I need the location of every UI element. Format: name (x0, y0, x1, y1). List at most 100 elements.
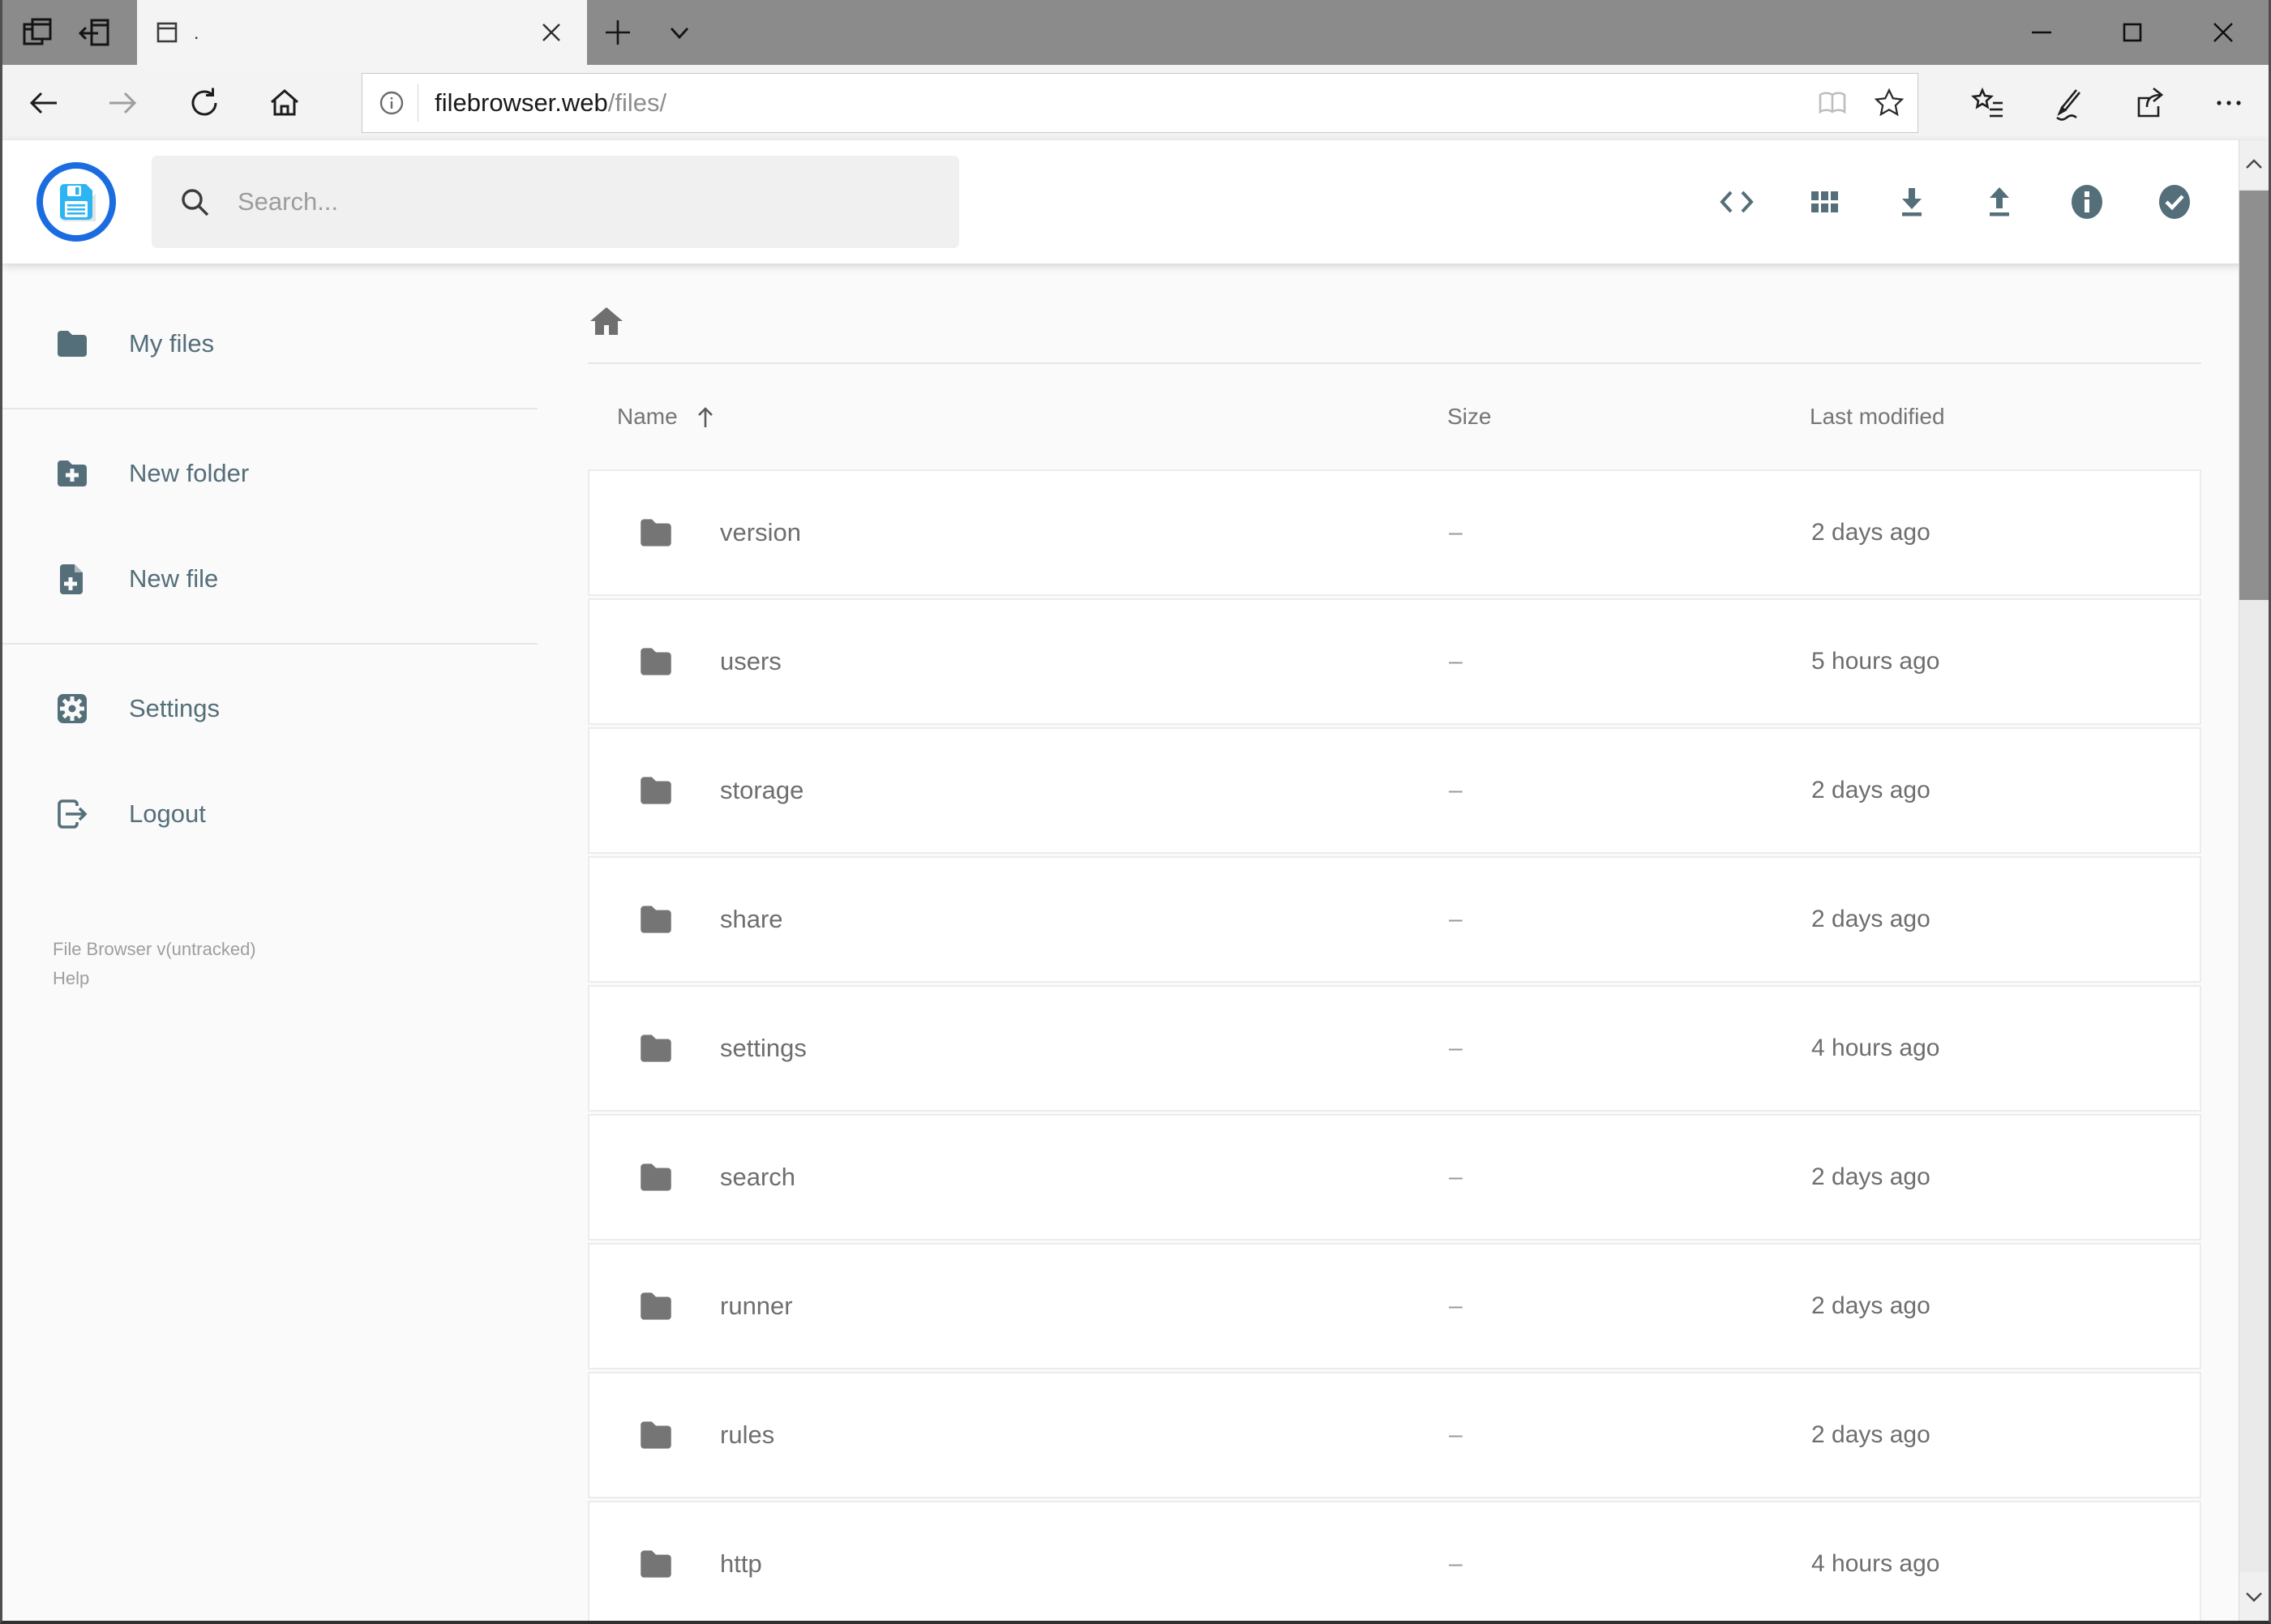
download-icon[interactable] (1868, 153, 1956, 251)
select-check-icon[interactable] (2131, 153, 2218, 251)
file-name: share (720, 905, 783, 933)
file-modified: 2 days ago (1811, 1421, 1930, 1448)
tab-preview-icon[interactable] (9, 0, 66, 65)
sidebar-item-label: New file (129, 564, 219, 593)
sidebar-item-label: My files (129, 329, 215, 358)
tab-close-icon[interactable] (533, 15, 569, 50)
file-modified: 2 days ago (1811, 1163, 1930, 1190)
info-icon[interactable] (2043, 153, 2131, 251)
logout-icon (58, 799, 88, 829)
browser-tab[interactable]: . (137, 0, 587, 65)
maximize-button[interactable] (2087, 0, 2178, 65)
file-size: – (1449, 648, 1463, 675)
app-version-text: File Browser v(untracked) (53, 939, 256, 959)
table-row[interactable]: search – 2 days ago (588, 1114, 2201, 1240)
forward-icon[interactable] (84, 65, 165, 140)
file-modified: 2 days ago (1811, 519, 1930, 546)
sidebar-divider (2, 643, 538, 645)
file-modified: 2 days ago (1811, 1292, 1930, 1319)
table-row[interactable]: storage – 2 days ago (588, 727, 2201, 854)
scroll-down-icon[interactable] (2239, 1572, 2269, 1621)
sidebar-item-logout[interactable]: Logout (2, 761, 538, 867)
sidebar: My files New folder New file Settings Lo… (2, 264, 538, 1621)
new-tab-icon[interactable] (587, 0, 649, 65)
page-scrollbar[interactable] (2239, 140, 2269, 1621)
file-size: – (1449, 777, 1463, 803)
file-name: rules (720, 1420, 775, 1449)
home-icon[interactable] (245, 65, 326, 140)
reading-view-icon[interactable] (1804, 74, 1861, 132)
shell-code-icon[interactable] (1693, 153, 1780, 251)
browser-toolbar: filebrowser.web/files/ (2, 65, 2269, 140)
set-tabs-aside-icon[interactable] (66, 0, 122, 65)
scroll-up-icon[interactable] (2239, 140, 2269, 189)
sidebar-item-label: Logout (129, 799, 206, 828)
scrollbar-thumb[interactable] (2239, 191, 2269, 600)
folder-icon (636, 1028, 676, 1069)
sidebar-item-my-files[interactable]: My files (2, 291, 538, 396)
folder-icon (636, 770, 676, 811)
folder-icon (58, 331, 87, 357)
settings-more-icon[interactable] (2188, 65, 2269, 140)
file-size: – (1449, 906, 1463, 932)
add-favorite-star-icon[interactable] (1861, 74, 1917, 132)
file-size: – (1449, 1035, 1463, 1061)
column-header-size[interactable]: Size (1447, 404, 1810, 430)
file-name: search (720, 1163, 796, 1191)
file-modified: 4 hours ago (1811, 1550, 1940, 1577)
table-row[interactable]: settings – 4 hours ago (588, 985, 2201, 1112)
table-row[interactable]: rules – 2 days ago (588, 1372, 2201, 1498)
folder-icon (636, 641, 676, 682)
file-modified: 2 days ago (1811, 906, 1930, 932)
file-name: users (720, 647, 782, 675)
sidebar-item-new-file[interactable]: New file (2, 526, 538, 632)
search-input[interactable] (236, 186, 959, 217)
refresh-icon[interactable] (164, 65, 245, 140)
sort-ascending-icon[interactable] (692, 404, 718, 430)
search-icon (178, 185, 212, 219)
gear-icon (58, 694, 87, 723)
url-text[interactable]: filebrowser.web/files/ (435, 88, 1804, 118)
file-name: http (720, 1549, 762, 1578)
hub-favorites-icon[interactable] (1947, 65, 2028, 140)
folder-icon (636, 1415, 676, 1455)
home-breadcrumb-icon[interactable] (588, 303, 625, 341)
folder-icon (636, 512, 676, 553)
help-link[interactable]: Help (53, 964, 89, 993)
back-icon[interactable] (2, 65, 84, 140)
window-controls (1996, 0, 2269, 65)
share-icon[interactable] (2108, 65, 2188, 140)
url-path: /files/ (607, 88, 667, 117)
tab-list-chevron-icon[interactable] (649, 0, 710, 65)
column-header-name[interactable]: Name (617, 404, 678, 430)
sidebar-item-new-folder[interactable]: New folder (2, 421, 538, 526)
annotate-pen-icon[interactable] (2028, 65, 2108, 140)
page-content: My files New folder New file Settings Lo… (2, 264, 2269, 1621)
file-name: storage (720, 776, 804, 804)
file-plus-icon (60, 564, 83, 594)
sidebar-footer: File Browser v(untracked) Help (2, 935, 538, 994)
table-row[interactable]: share – 2 days ago (588, 856, 2201, 983)
grid-view-icon[interactable] (1780, 153, 1868, 251)
close-button[interactable] (2178, 0, 2269, 65)
search-box[interactable] (152, 156, 959, 248)
breadcrumb (588, 293, 2201, 351)
filebrowser-header (2, 140, 2269, 264)
site-info-icon[interactable] (362, 90, 418, 116)
column-header-modified[interactable]: Last modified (1810, 404, 2201, 430)
table-row[interactable]: http – 4 hours ago (588, 1501, 2201, 1621)
file-modified: 4 hours ago (1811, 1035, 1940, 1061)
sidebar-item-settings[interactable]: Settings (2, 656, 538, 761)
minimize-button[interactable] (1996, 0, 2087, 65)
table-row[interactable]: version – 2 days ago (588, 469, 2201, 596)
address-bar[interactable]: filebrowser.web/files/ (362, 72, 1919, 133)
file-size: – (1449, 519, 1463, 546)
browser-window: . filebrowser.web/files/ Search... My fi… (0, 0, 2271, 1624)
table-row[interactable]: runner – 2 days ago (588, 1243, 2201, 1369)
tab-bar: . (2, 0, 2269, 65)
file-modified: 5 hours ago (1811, 648, 1940, 675)
filebrowser-logo[interactable] (36, 162, 116, 242)
upload-icon[interactable] (1956, 153, 2043, 251)
folder-icon (636, 1544, 676, 1584)
table-row[interactable]: users – 5 hours ago (588, 598, 2201, 725)
